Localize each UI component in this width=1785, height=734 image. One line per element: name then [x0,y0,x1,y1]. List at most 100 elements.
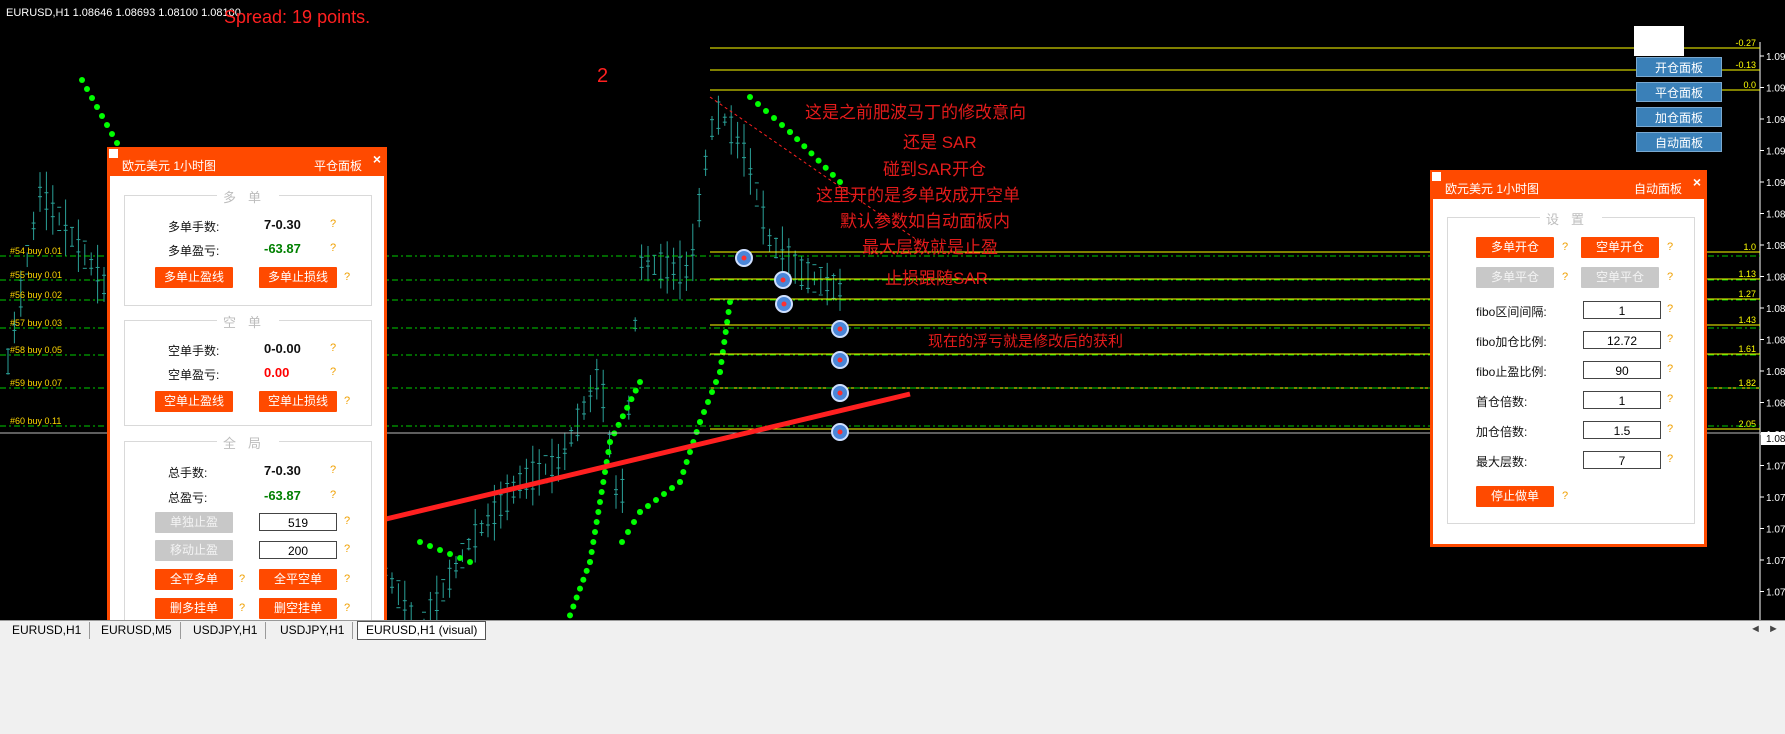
tab-usdjpy-h1-2[interactable]: USDJPY,H1 [272,622,354,639]
close-all-long-button[interactable]: 全平多单 [155,569,233,590]
fibo-add-ratio-input[interactable]: 12.72 [1583,331,1661,349]
sar-dot [693,429,700,435]
help-icon[interactable]: ? [1667,333,1673,345]
auto-panel-button[interactable]: 自动面板 [1636,132,1722,152]
order-label: #55 buy 0.01 [10,270,62,280]
help-icon[interactable]: ? [344,573,350,585]
open-long-button[interactable]: 多单开仓 [1476,237,1554,258]
chart-tab-bar: EURUSD,H1 EURUSD,M5 USDJPY,H1 USDJPY,H1 … [0,620,1785,641]
help-icon[interactable]: ? [344,602,350,614]
help-icon[interactable]: ? [344,515,350,527]
first-lot-multiplier-input[interactable]: 1 [1583,391,1661,409]
help-icon[interactable]: ? [1667,303,1673,315]
delete-short-pending-button[interactable]: 删空挂单 [259,598,337,619]
auto-panel: 欧元美元 1小时图 自动面板 × 设置 多单开仓 ? 空单开仓 ? 多单平仓 ?… [1430,170,1707,547]
price-label: 1.09040 [1766,178,1785,189]
auto-panel-header[interactable]: 欧元美元 1小时图 自动面板 × [1431,171,1704,199]
total-pnl-label: 总盈亏: [168,491,208,505]
help-icon[interactable]: ? [1667,271,1673,283]
help-icon[interactable]: ? [330,242,336,254]
help-icon[interactable]: ? [239,602,245,614]
close-icon[interactable]: × [373,151,381,167]
total-lots-value: 7-0.30 [264,463,301,478]
open-short-button[interactable]: 空单开仓 [1581,237,1659,258]
order-label: #56 buy 0.02 [10,290,62,300]
close-long-button[interactable]: 多单平仓 [1476,267,1554,288]
sar-dot [628,396,635,403]
help-icon[interactable]: ? [1667,363,1673,375]
fibo-label: 1.43 [1738,315,1756,325]
tab-scroll-right-icon[interactable]: ► [1768,623,1779,635]
stop-trading-button[interactable]: 停止做单 [1476,486,1554,507]
short-pnl-value: 0.00 [264,365,290,380]
short-group: 空单 空单手数: 0-0.00 ? 空单盈亏: 0.00 ? 空单止盈线 空单止… [124,312,372,426]
long-lots-value: 7-0.30 [264,217,301,232]
help-icon[interactable]: ? [330,366,336,378]
param-label: fibo止盈比例: [1476,365,1547,379]
help-icon[interactable]: ? [1562,271,1568,283]
help-icon[interactable]: ? [330,342,336,354]
sar-dot [722,329,729,335]
param-label: fibo加仓比例: [1476,335,1547,349]
price-label: 1.08915 [1766,210,1785,221]
close-all-short-button[interactable]: 全平空单 [259,569,337,590]
help-icon[interactable]: ? [330,464,336,476]
sar-dot [787,129,793,135]
open-panel-button[interactable]: 开仓面板 [1636,57,1722,77]
sar-dot [625,529,631,535]
max-layers-input[interactable]: 7 [1583,451,1661,469]
delete-long-pending-button[interactable]: 删多挂单 [155,598,233,619]
help-icon[interactable]: ? [239,573,245,585]
sar-dot [779,122,785,128]
sar-dot [683,459,690,465]
add-lot-multiplier-input[interactable]: 1.5 [1583,421,1661,439]
fibo-interval-input[interactable]: 1 [1583,301,1661,319]
help-icon[interactable]: ? [1667,453,1673,465]
short-tp-line-button[interactable]: 空单止盈线 [155,391,233,412]
help-icon[interactable]: ? [1667,423,1673,435]
single-tp-input[interactable]: 519 [259,513,337,531]
panel-corner-checkbox[interactable] [108,148,119,159]
sar-dot [709,389,715,395]
annotation-1: 这是之前肥波马丁的修改意向 [805,103,1026,122]
sar-dot [467,559,473,565]
sar-dot [94,104,100,110]
help-icon[interactable]: ? [1562,490,1568,502]
panel-corner-checkbox[interactable] [1431,171,1442,182]
short-lots-value: 0-0.00 [264,341,301,356]
help-icon[interactable]: ? [344,395,350,407]
price-label: 1.07915 [1766,462,1785,473]
tab-usdjpy-h1[interactable]: USDJPY,H1 [185,622,267,639]
trailing-tp-button[interactable]: 移动止盈 [155,540,233,561]
long-sl-line-button[interactable]: 多单止损线 [259,267,337,288]
symbol-info: EURUSD,H1 1.08646 1.08693 1.08100 1.0810… [6,7,241,19]
close-icon[interactable]: × [1693,174,1701,190]
add-panel-button[interactable]: 加仓面板 [1636,107,1722,127]
close-short-button[interactable]: 空单平仓 [1581,267,1659,288]
sar-dot [721,339,728,345]
param-label: fibo区间间隔: [1476,305,1547,319]
long-tp-line-button[interactable]: 多单止盈线 [155,267,233,288]
help-icon[interactable]: ? [330,489,336,501]
sar-dot [598,489,605,495]
close-panel-button[interactable]: 平仓面板 [1636,82,1722,102]
tab-eurusd-h1[interactable]: EURUSD,H1 [4,622,91,639]
help-icon[interactable]: ? [344,543,350,555]
help-icon[interactable]: ? [330,218,336,230]
tab-scroll-left-icon[interactable]: ◄ [1750,623,1761,635]
short-sl-line-button[interactable]: 空单止损线 [259,391,337,412]
fibo-tp-ratio-input[interactable]: 90 [1583,361,1661,379]
help-icon[interactable]: ? [1667,241,1673,253]
help-icon[interactable]: ? [1667,393,1673,405]
help-icon[interactable]: ? [1562,241,1568,253]
trailing-tp-input[interactable]: 200 [259,541,337,559]
annotation-2: 还是 SAR [903,133,977,152]
tab-eurusd-h1-visual[interactable]: EURUSD,H1 (visual) [357,621,487,640]
tab-eurusd-m5[interactable]: EURUSD,M5 [93,622,181,639]
order-label: #57 buy 0.03 [10,318,62,328]
help-icon[interactable]: ? [344,271,350,283]
close-panel-header[interactable]: 欧元美元 1小时图 平仓面板 × [108,148,384,176]
sar-dot [417,539,423,545]
single-tp-button[interactable]: 单独止盈 [155,512,233,533]
sar-dot [79,77,85,83]
